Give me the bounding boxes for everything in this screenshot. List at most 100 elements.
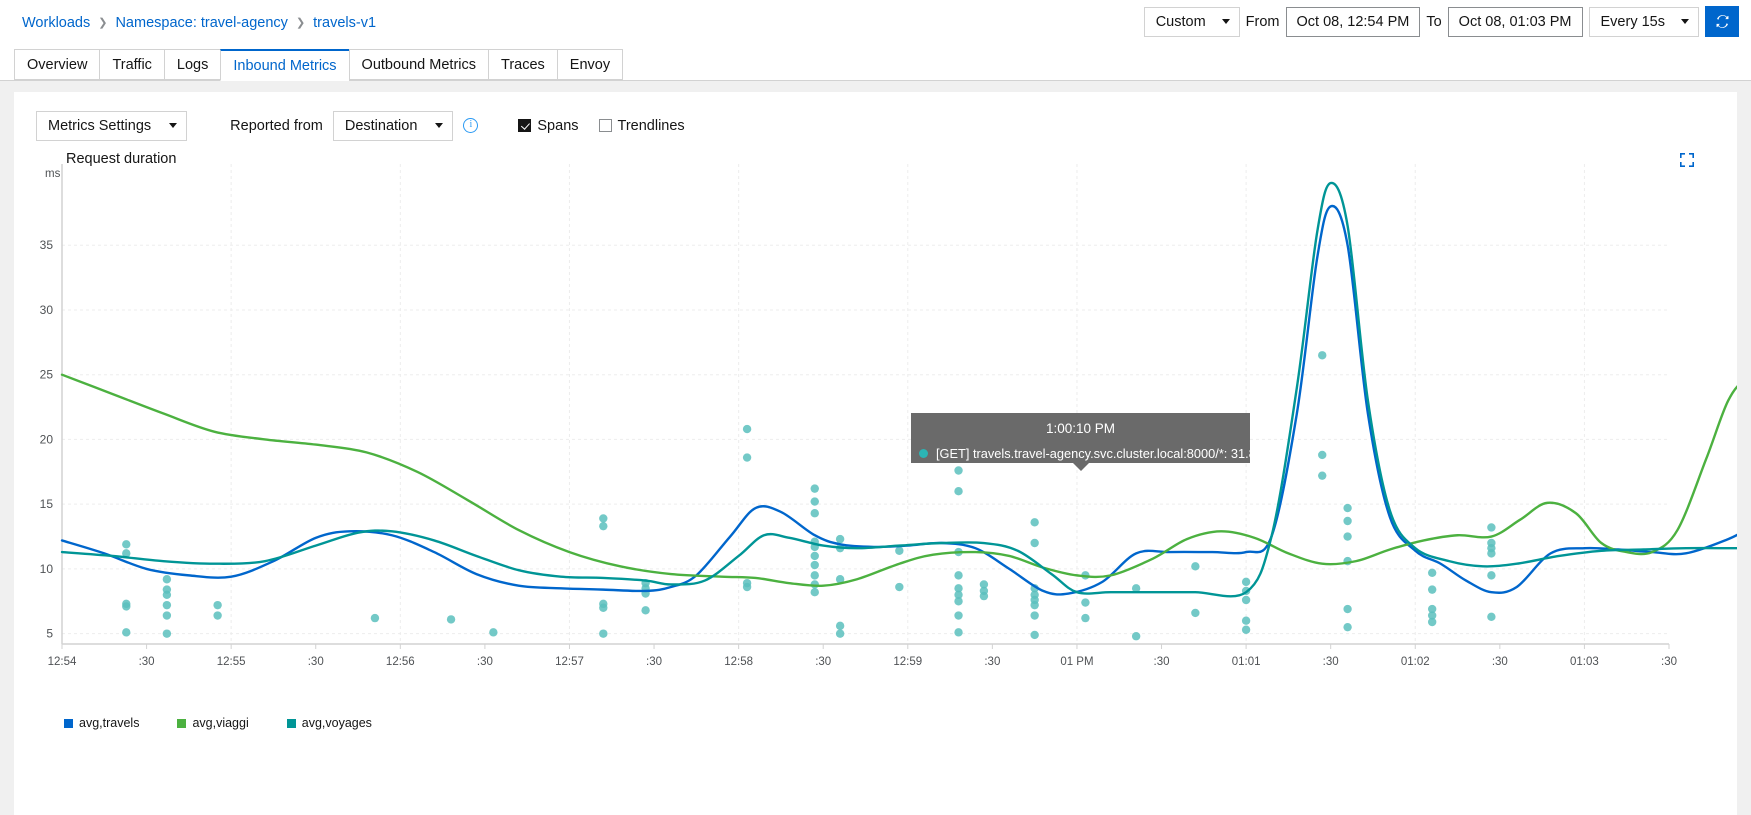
- breadcrumb-item-workloads[interactable]: Workloads: [22, 15, 90, 31]
- refresh-button[interactable]: [1705, 6, 1739, 37]
- to-label: To: [1426, 13, 1442, 30]
- tab-label: Traces: [501, 56, 545, 73]
- svg-text:12:57: 12:57: [555, 656, 584, 668]
- tab-label: Outbound Metrics: [361, 56, 476, 73]
- legend-swatch: [177, 718, 187, 728]
- metrics-card: Metrics Settings Reported from Destinati…: [14, 92, 1737, 815]
- legend-item-voyages[interactable]: avg,voyages: [286, 716, 372, 730]
- spans-label: Spans: [537, 117, 579, 134]
- svg-text:12:58: 12:58: [724, 656, 753, 668]
- svg-text:01:02: 01:02: [1401, 656, 1430, 668]
- request-duration-chart: Request duration ms 5 10 15 20 25 30 35 12:54 :3…: [14, 144, 1737, 744]
- legend-swatch: [286, 718, 296, 728]
- time-range-preset-select[interactable]: Custom: [1143, 6, 1240, 37]
- chart-title: Request duration: [66, 151, 177, 167]
- svg-text:01 PM: 01 PM: [1060, 656, 1093, 668]
- tab-traces[interactable]: Traces: [488, 49, 557, 80]
- tooltip-color-dot: [919, 449, 928, 458]
- trendlines-label: Trendlines: [617, 117, 685, 134]
- svg-text:15: 15: [40, 497, 54, 511]
- tab-label: Overview: [27, 56, 88, 73]
- to-datetime-value: Oct 08, 01:03 PM: [1458, 13, 1572, 30]
- chart-tooltip: 1:00:10 PM [GET] travels.travel-agency.s…: [911, 413, 1276, 471]
- top-bar: Workloads ❯ Namespace: travel-agency ❯ t…: [0, 0, 1751, 45]
- svg-text::30: :30: [646, 656, 662, 668]
- svg-text::30: :30: [139, 656, 155, 668]
- tab-outbound-metrics[interactable]: Outbound Metrics: [348, 49, 488, 80]
- breadcrumb-item-workload[interactable]: travels-v1: [313, 15, 376, 31]
- legend-swatch: [64, 718, 73, 728]
- svg-text::30: :30: [815, 656, 831, 668]
- tab-label: Envoy: [569, 56, 611, 73]
- spans-checkbox-item[interactable]: Spans: [518, 117, 579, 134]
- metrics-settings-row: Metrics Settings Reported from Destinati…: [14, 92, 1737, 144]
- legend-label: avg,voyages: [301, 716, 372, 730]
- tab-inbound-metrics[interactable]: Inbound Metrics: [220, 49, 349, 81]
- metrics-settings-dropdown[interactable]: Metrics Settings: [36, 110, 188, 141]
- to-datetime-input[interactable]: Oct 08, 01:03 PM: [1447, 6, 1583, 37]
- svg-text::30: :30: [308, 656, 324, 668]
- chevron-down-icon: [169, 123, 178, 128]
- tab-bar: Overview Traffic Logs Inbound Metrics Ou…: [0, 45, 1751, 81]
- tab-logs[interactable]: Logs: [163, 49, 221, 80]
- svg-text:12:56: 12:56: [386, 656, 415, 668]
- svg-text:20: 20: [40, 432, 54, 446]
- spans-checkbox[interactable]: [518, 119, 532, 132]
- tab-traffic[interactable]: Traffic: [99, 49, 164, 80]
- expand-icon[interactable]: [1679, 152, 1695, 168]
- svg-text:5: 5: [46, 627, 53, 641]
- svg-text::30: :30: [1323, 656, 1339, 668]
- tab-label: Inbound Metrics: [233, 57, 337, 74]
- refresh-interval-select[interactable]: Every 15s: [1588, 6, 1699, 37]
- chevron-down-icon: [1221, 19, 1230, 24]
- tooltip-time: 1:00:10 PM: [1045, 421, 1116, 436]
- reported-from-value: Destination: [344, 117, 418, 134]
- svg-text::30: :30: [1154, 656, 1170, 668]
- tooltip-arrow: [1072, 462, 1090, 471]
- svg-text:35: 35: [40, 238, 54, 252]
- breadcrumb-separator: ❯: [98, 17, 108, 29]
- svg-text:25: 25: [40, 368, 54, 382]
- breadcrumb: Workloads ❯ Namespace: travel-agency ❯ t…: [22, 15, 376, 31]
- legend-item-viaggi[interactable]: avg,viaggi: [177, 716, 249, 730]
- breadcrumb-separator: ❯: [295, 17, 306, 29]
- chevron-down-icon: [1681, 19, 1689, 24]
- svg-text:10: 10: [40, 562, 54, 576]
- svg-text:12:55: 12:55: [217, 656, 246, 668]
- refresh-icon: [1716, 15, 1728, 28]
- from-label: From: [1245, 13, 1280, 30]
- legend-item-travels[interactable]: avg,travels: [64, 716, 139, 730]
- from-datetime-value: Oct 08, 12:54 PM: [1296, 13, 1410, 30]
- trendlines-checkbox[interactable]: [598, 119, 612, 132]
- legend-label: avg,travels: [79, 716, 140, 730]
- svg-text::30: :30: [477, 656, 493, 668]
- tab-label: Logs: [176, 56, 209, 73]
- legend-label: avg,viaggi: [192, 716, 249, 730]
- svg-text::30: :30: [984, 656, 1000, 668]
- tab-overview[interactable]: Overview: [14, 49, 100, 80]
- reported-from-dropdown[interactable]: Destination: [332, 110, 454, 141]
- chart-plot-svg[interactable]: 5 10 15 20 25 30 35 12:54 :30 12:55 :30 12:56 :30 12:…: [14, 144, 1737, 744]
- svg-text:01:01: 01:01: [1232, 656, 1261, 668]
- time-range-preset-value: Custom: [1155, 13, 1206, 30]
- tab-label: Traffic: [112, 56, 152, 73]
- svg-text::30: :30: [1492, 656, 1508, 668]
- chart-legend: avg,travels avg,viaggi avg,voyages: [64, 716, 410, 730]
- metrics-settings-label: Metrics Settings: [48, 117, 152, 134]
- chart-y-unit-label: ms: [45, 168, 61, 180]
- chevron-down-icon: [435, 123, 444, 128]
- breadcrumb-item-namespace[interactable]: Namespace: travel-agency: [115, 15, 287, 31]
- svg-text::30: :30: [1661, 656, 1677, 668]
- content-region: Metrics Settings Reported from Destinati…: [0, 81, 1751, 815]
- tab-envoy[interactable]: Envoy: [556, 49, 624, 80]
- svg-text:12:54: 12:54: [48, 656, 77, 668]
- time-range-controls: Custom From Oct 08, 12:54 PM To Oct 08, …: [1143, 6, 1739, 37]
- svg-text:30: 30: [40, 303, 54, 317]
- svg-text:01:03: 01:03: [1570, 656, 1599, 668]
- info-icon[interactable]: i: [463, 118, 479, 133]
- svg-text:12:59: 12:59: [893, 656, 922, 668]
- tooltip-series-label: [GET] travels.travel-agency.svc.cluster.…: [936, 446, 1277, 461]
- trendlines-checkbox-item[interactable]: Trendlines: [598, 117, 685, 134]
- from-datetime-input[interactable]: Oct 08, 12:54 PM: [1285, 6, 1421, 37]
- reported-from-label: Reported from: [230, 117, 323, 134]
